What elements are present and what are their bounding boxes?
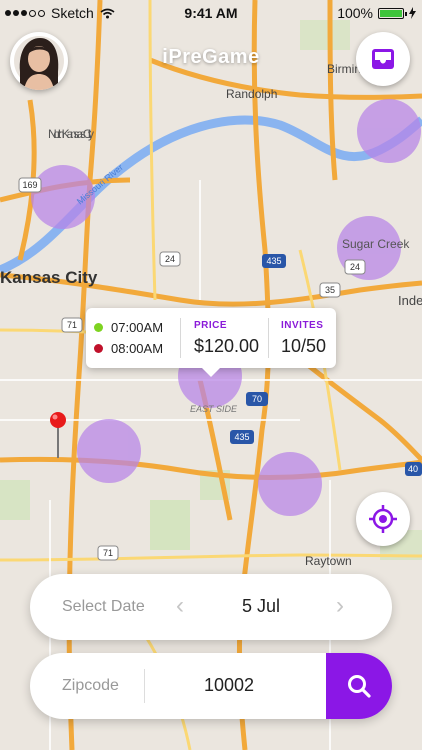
svg-text:169: 169 (22, 180, 37, 190)
battery-icon (378, 7, 407, 19)
highway-shield: 24 (159, 251, 181, 267)
event-times: 07:00AM 08:00AM (94, 317, 163, 359)
popup-divider (268, 318, 269, 358)
invites-value: 10/50 (281, 336, 327, 356)
popup-divider (180, 318, 181, 358)
next-date-button[interactable]: › (336, 592, 344, 620)
svg-text:71: 71 (67, 320, 77, 330)
charging-icon (409, 7, 416, 19)
prev-date-button[interactable]: ‹ (176, 592, 184, 620)
crosshair-icon (369, 505, 397, 533)
svg-text:71: 71 (103, 548, 113, 558)
zipcode-label: Zipcode (62, 677, 119, 694)
highway-shield: 35 (319, 282, 341, 298)
highway-shield: 71 (97, 545, 119, 561)
svg-text:35: 35 (325, 285, 335, 295)
avatar-image (14, 36, 64, 90)
highway-shield: 435 (262, 254, 286, 268)
svg-text:435: 435 (234, 432, 249, 442)
search-button[interactable] (326, 653, 392, 719)
status-bar: Sketch 9:41 AM 100% (0, 0, 422, 26)
inbox-button[interactable] (356, 32, 410, 86)
search-icon (348, 675, 371, 698)
user-avatar[interactable] (10, 32, 68, 90)
svg-text:435: 435 (266, 256, 281, 266)
inbox-icon (372, 49, 394, 69)
svg-text:70: 70 (252, 394, 262, 404)
svg-text:40: 40 (408, 464, 418, 474)
map-label-kansas-city: Kansas City (0, 268, 98, 287)
highway-shield: 169 (18, 177, 42, 193)
highway-shield: 40 (405, 462, 422, 476)
end-time: 08:00AM (111, 341, 164, 356)
zip-divider (144, 669, 145, 703)
invites-label: INVITES (281, 320, 324, 331)
highway-shield: 70 (246, 392, 268, 406)
map-label-randolph: Randolph (226, 87, 277, 101)
map-label-east-side: EAST SIDE (190, 404, 238, 414)
zipcode-input[interactable]: 10002 (204, 675, 254, 696)
highway-shield: 71 (61, 317, 83, 333)
svg-text:24: 24 (165, 254, 175, 264)
start-time: 07:00AM (111, 320, 164, 335)
map-label-raytown: Raytown (305, 554, 352, 568)
end-dot-icon (94, 344, 103, 353)
date-value: 5 Jul (242, 596, 281, 616)
battery-percent: 100% (337, 5, 373, 21)
date-label: Select Date (62, 598, 145, 615)
price-value: $120.00 (194, 336, 260, 356)
highway-shield: 435 (230, 430, 254, 444)
svg-text:24: 24 (350, 262, 360, 272)
map-label-north-kc: North Kansas City (48, 127, 94, 141)
locate-button[interactable] (356, 492, 410, 546)
date-selector: Select Date ‹ 5 Jul › (30, 574, 392, 640)
highway-shield: 24 (344, 259, 366, 275)
zip-search-bar: Zipcode 10002 (30, 653, 392, 719)
price-label: PRICE (194, 320, 228, 331)
start-dot-icon (94, 323, 103, 332)
event-popup[interactable]: 07:00AM 08:00AM PRICE $120.00 INVITES 10… (86, 308, 336, 377)
map-label-inde: Inde (398, 293, 422, 308)
map-label-sugar-creek: Sugar Creek (342, 237, 410, 251)
